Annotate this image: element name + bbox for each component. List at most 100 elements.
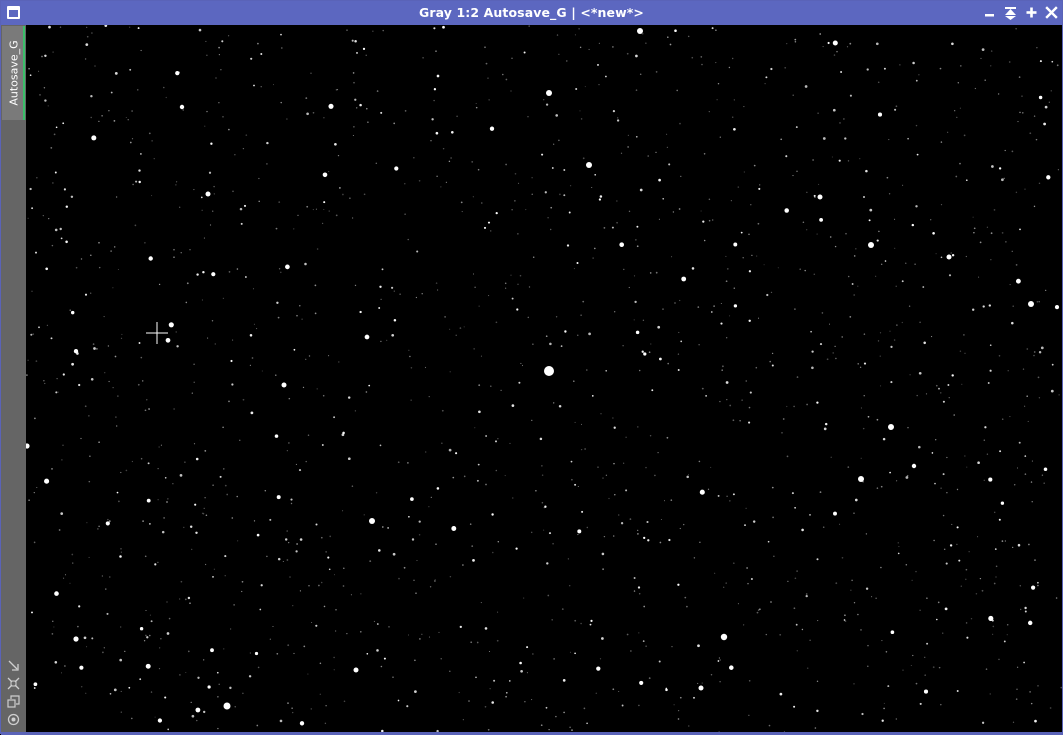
star	[323, 605, 326, 608]
star	[836, 50, 838, 53]
star	[926, 597, 928, 600]
star	[643, 352, 647, 356]
star	[154, 716, 156, 718]
star	[973, 227, 976, 230]
star	[1036, 300, 1039, 303]
star	[817, 112, 819, 114]
star	[699, 489, 705, 495]
star	[275, 227, 278, 230]
star	[341, 433, 345, 437]
minimize-button[interactable]	[982, 5, 998, 21]
star	[403, 566, 406, 569]
star	[574, 421, 576, 423]
star	[504, 282, 507, 285]
star	[223, 702, 231, 710]
star	[628, 210, 631, 213]
star	[861, 712, 864, 716]
star	[210, 648, 214, 653]
star	[450, 130, 454, 134]
star	[1027, 620, 1033, 626]
star	[989, 344, 992, 347]
star	[333, 656, 335, 659]
star	[286, 450, 288, 452]
close-icon	[1045, 6, 1058, 19]
star	[260, 53, 263, 55]
star	[213, 568, 216, 570]
star	[1022, 112, 1024, 114]
star	[253, 323, 255, 325]
star	[407, 238, 409, 241]
star	[678, 331, 680, 334]
star	[591, 186, 593, 189]
star	[120, 471, 122, 474]
star	[813, 194, 816, 197]
tab-autosave-g[interactable]: Autosave_G	[2, 26, 25, 120]
star	[806, 191, 808, 193]
star	[822, 526, 825, 528]
star	[299, 590, 301, 592]
settings-icon[interactable]	[7, 713, 20, 726]
star	[918, 371, 922, 375]
star	[44, 382, 46, 385]
star	[924, 674, 926, 676]
star	[428, 636, 431, 638]
star	[729, 404, 732, 407]
star	[940, 203, 943, 206]
star	[596, 666, 601, 671]
star	[608, 497, 610, 500]
title-bar[interactable]: Gray 1:2 Autosave_G | <*new*>	[1, 1, 1062, 25]
star	[975, 593, 978, 595]
star	[241, 580, 244, 583]
star	[972, 216, 974, 218]
star	[544, 191, 547, 194]
star	[211, 272, 216, 277]
star	[659, 357, 662, 361]
star	[131, 110, 133, 112]
star	[698, 685, 704, 691]
star	[139, 678, 142, 681]
star	[645, 645, 647, 647]
star	[1050, 389, 1054, 393]
shade-button[interactable]	[1003, 5, 1019, 21]
star	[603, 535, 606, 538]
star	[132, 183, 134, 186]
star	[705, 395, 707, 397]
star	[986, 453, 989, 455]
star	[98, 441, 100, 444]
star	[901, 321, 903, 324]
maximize-button[interactable]	[1024, 5, 1040, 21]
close-button[interactable]	[1044, 5, 1060, 21]
star	[518, 381, 521, 384]
star	[748, 319, 751, 322]
star	[64, 574, 67, 576]
clone-icon[interactable]	[7, 695, 20, 708]
star	[365, 391, 368, 393]
star	[855, 248, 857, 250]
star	[541, 501, 544, 504]
star	[746, 567, 748, 569]
star	[703, 239, 706, 242]
star	[354, 40, 357, 43]
fit-view-icon[interactable]	[7, 659, 20, 672]
star	[161, 530, 165, 534]
star	[981, 589, 984, 592]
star	[120, 337, 123, 339]
star	[121, 333, 123, 335]
star	[732, 57, 734, 60]
star	[528, 25, 530, 27]
star	[943, 548, 946, 551]
star	[934, 482, 936, 485]
star	[113, 688, 117, 692]
image-viewport[interactable]	[26, 25, 1062, 732]
star	[216, 671, 219, 674]
star	[43, 380, 45, 382]
star	[221, 40, 224, 43]
zoom-extents-icon[interactable]	[7, 677, 20, 690]
star	[919, 702, 922, 705]
star	[1043, 467, 1048, 472]
star	[965, 568, 968, 571]
star	[526, 646, 529, 649]
star	[635, 135, 638, 138]
star	[511, 209, 513, 211]
star	[148, 132, 151, 135]
